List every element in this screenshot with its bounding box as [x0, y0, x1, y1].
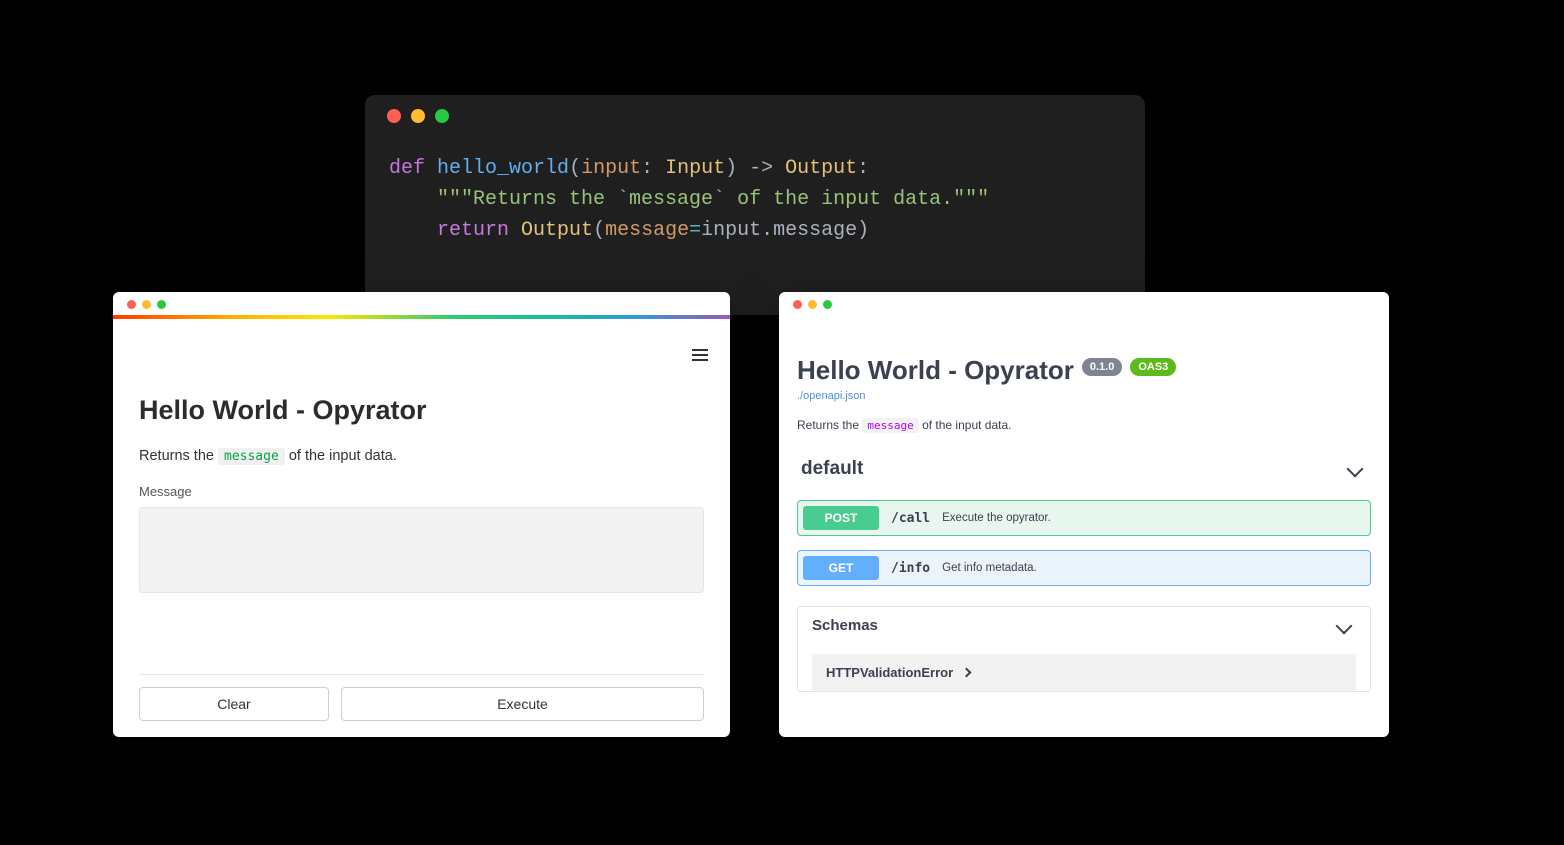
inline-code: message — [218, 448, 285, 465]
page-title: Hello World - Opyrator — [139, 395, 704, 426]
clear-button[interactable]: Clear — [139, 687, 329, 721]
docstring: """Returns the `message` of the input da… — [437, 188, 989, 211]
openapi-link[interactable]: ./openapi.json — [797, 390, 1371, 402]
maximize-icon[interactable] — [823, 300, 832, 309]
schema-name: HTTPValidationError — [826, 665, 953, 680]
tag-default[interactable]: default — [797, 454, 1371, 490]
window-controls — [779, 292, 1389, 315]
message-input[interactable] — [139, 507, 704, 593]
swagger-ui-window: Hello World - Opyrator 0.1.0 OAS3 ./open… — [779, 292, 1389, 737]
code-block: def hello_world(input: Input) -> Output:… — [365, 153, 1145, 246]
tag-label: default — [801, 458, 863, 480]
window-controls — [365, 109, 1145, 123]
oas-badge: OAS3 — [1130, 358, 1176, 376]
divider — [139, 674, 704, 675]
schemas-section: Schemas HTTPValidationError — [797, 606, 1371, 692]
minimize-icon[interactable] — [808, 300, 817, 309]
close-icon[interactable] — [793, 300, 802, 309]
keyword-def: def — [389, 157, 425, 180]
endpoint-summary: Get info metadata. — [942, 562, 1037, 574]
method-badge: POST — [803, 506, 879, 530]
version-badge: 0.1.0 — [1082, 358, 1122, 376]
code-editor-window: def hello_world(input: Input) -> Output:… — [365, 95, 1145, 315]
page-description: Returns the message of the input data. — [139, 448, 704, 464]
window-controls — [113, 292, 730, 315]
function-name: hello_world — [437, 157, 569, 180]
chevron-right-icon — [962, 668, 972, 678]
endpoint-summary: Execute the opyrator. — [942, 512, 1051, 524]
param-name: input — [581, 157, 641, 180]
maximize-icon[interactable] — [157, 300, 166, 309]
endpoint-path: /call — [891, 511, 930, 526]
execute-button[interactable]: Execute — [341, 687, 704, 721]
endpoint-post-call[interactable]: POST /call Execute the opyrator. — [797, 500, 1371, 536]
schemas-header[interactable]: Schemas — [798, 607, 1370, 644]
api-description: Returns the message of the input data. — [797, 418, 1371, 432]
type-input: Input — [665, 157, 725, 180]
endpoint-path: /info — [891, 561, 930, 576]
schema-item[interactable]: HTTPValidationError — [812, 654, 1356, 691]
minimize-icon[interactable] — [142, 300, 151, 309]
form-ui-window: Hello World - Opyrator Returns the messa… — [113, 292, 730, 737]
chevron-down-icon — [1347, 461, 1364, 478]
method-badge: GET — [803, 556, 879, 580]
maximize-icon[interactable] — [435, 109, 449, 123]
keyword-return: return — [437, 219, 509, 242]
close-icon[interactable] — [127, 300, 136, 309]
inline-code: message — [862, 418, 918, 433]
minimize-icon[interactable] — [411, 109, 425, 123]
schemas-title: Schemas — [812, 617, 878, 634]
close-icon[interactable] — [387, 109, 401, 123]
field-label: Message — [139, 484, 704, 499]
hamburger-icon[interactable] — [692, 346, 708, 364]
api-title: Hello World - Opyrator — [797, 355, 1074, 386]
type-output: Output — [785, 157, 857, 180]
chevron-down-icon — [1336, 617, 1353, 634]
endpoint-get-info[interactable]: GET /info Get info metadata. — [797, 550, 1371, 586]
